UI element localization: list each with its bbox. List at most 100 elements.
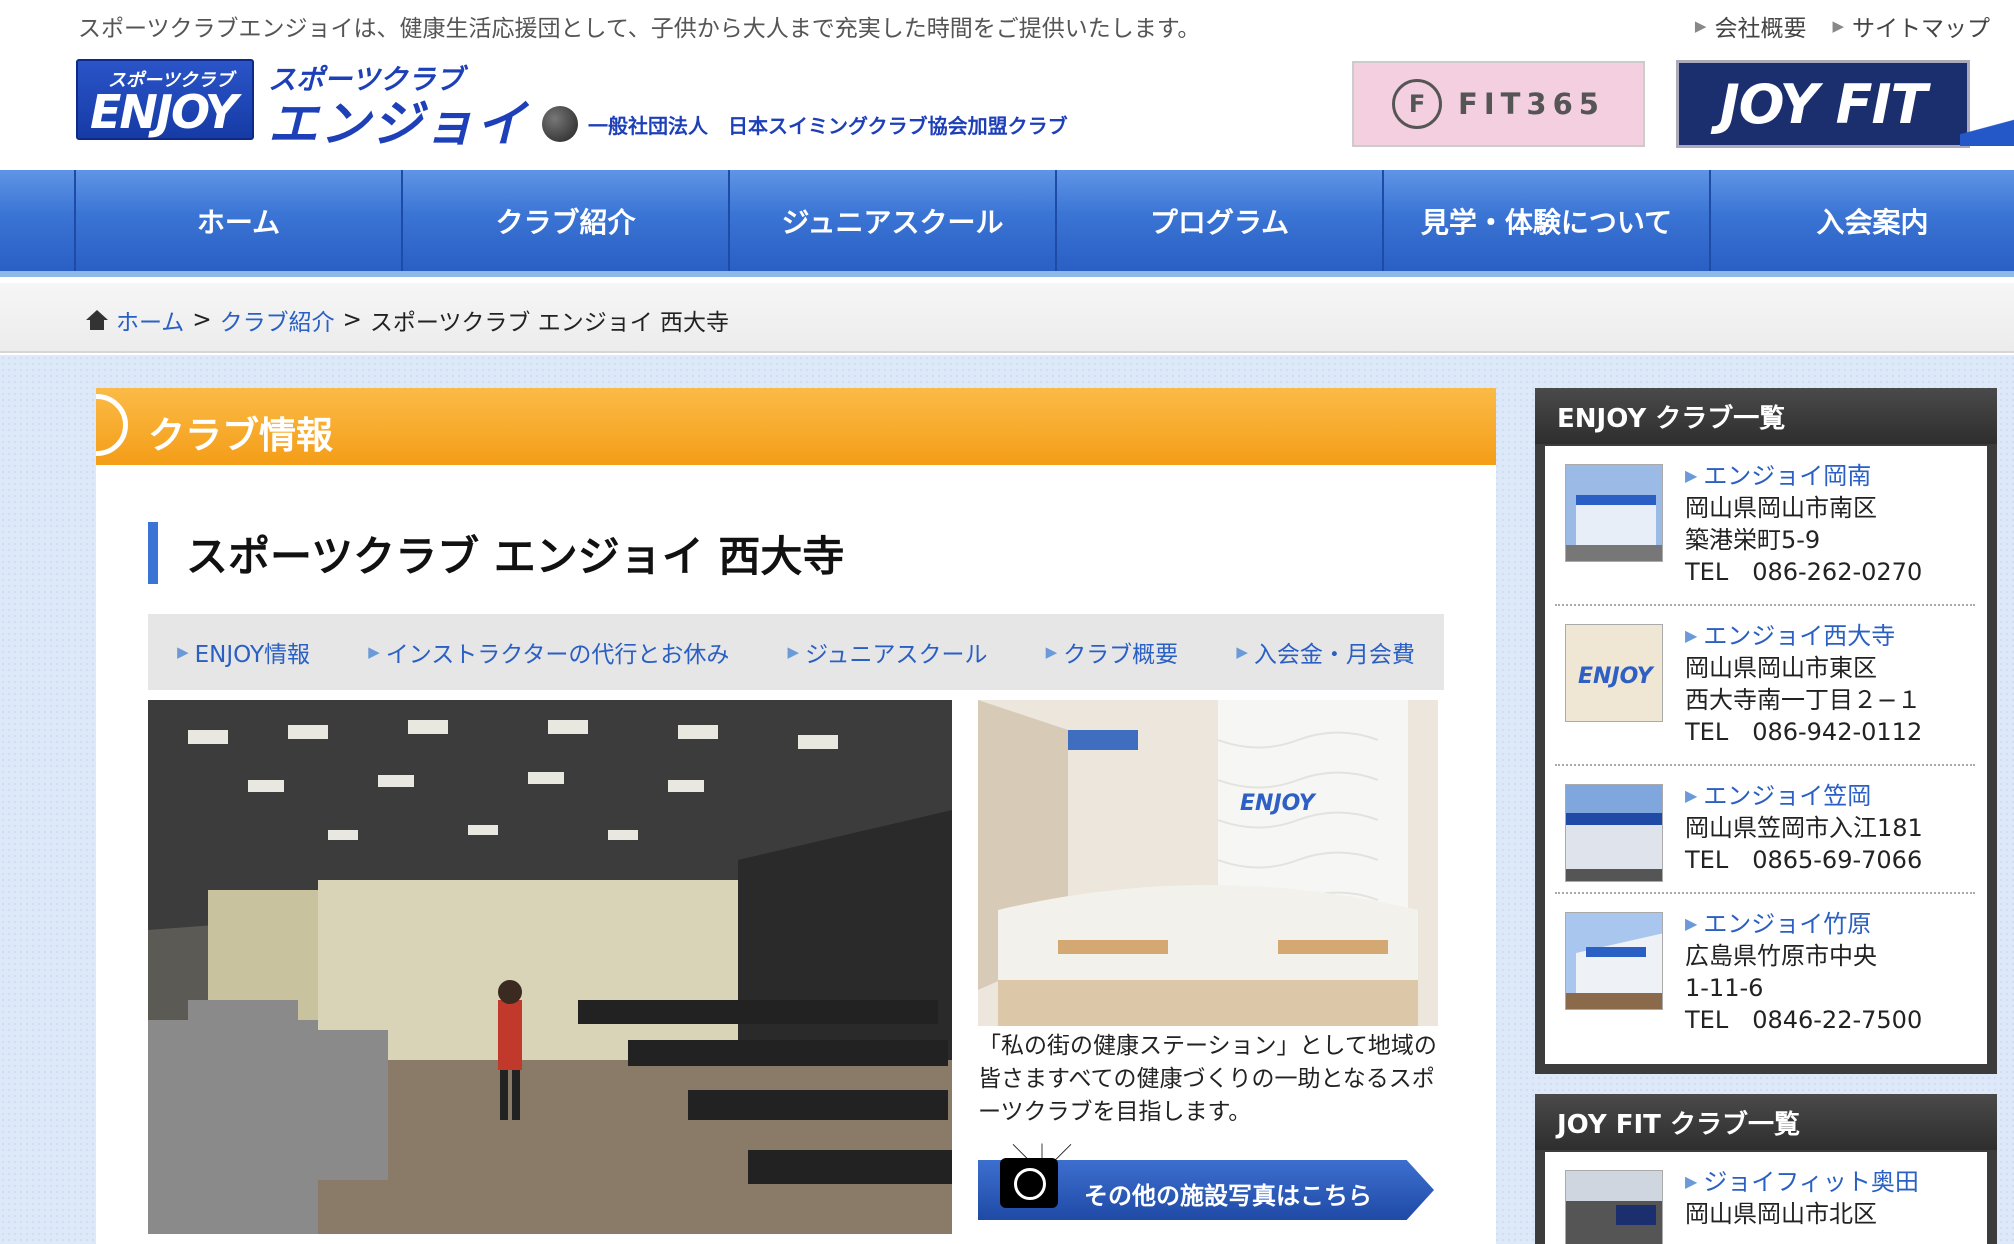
list-item: ▶ エンジョイ岡南 岡山県岡山市南区 築港栄町5-9 TEL 086-262-02… <box>1555 454 1975 606</box>
subnav-fees[interactable]: ▶ 入会金・月会費 <box>1236 635 1415 669</box>
club-phone: TEL 0865-69-7066 <box>1685 846 1923 874</box>
subnav-club-overview[interactable]: ▶ クラブ概要 <box>1046 635 1179 669</box>
nav-club-intro[interactable]: クラブ紹介 <box>401 170 728 271</box>
list-item: ▶ エンジョイ竹原 広島県竹原市中央 1-11-6 TEL 0846-22-750… <box>1555 902 1975 1062</box>
logo-wordmark[interactable]: スポーツクラブ エンジョイ <box>268 58 528 150</box>
club-phone: TEL 086-942-0112 <box>1685 718 1923 746</box>
nav-program[interactable]: プログラム <box>1055 170 1382 271</box>
club-info: ▶ エンジョイ岡南 岡山県岡山市南区 築港栄町5-9 TEL 086-262-02… <box>1685 460 1922 588</box>
club-name-link[interactable]: ▶ エンジョイ西大寺 <box>1685 620 1922 652</box>
joyfit-club-list-body: ▶ ジョイフィット奥田 岡山県岡山市北区 <box>1545 1152 1987 1244</box>
sitemap-label: サイトマップ <box>1852 16 1990 42</box>
club-name: エンジョイ西大寺 <box>1703 622 1896 650</box>
club-caption: 「私の街の健康ステーション」として地域の皆さますべての健康づくりの一助となるスポ… <box>978 1033 1437 1125</box>
club-address: 西大寺南一丁目２−１ <box>1685 686 1922 714</box>
club-thumbnail[interactable] <box>1565 1170 1663 1244</box>
breadcrumb-home-link[interactable]: ホーム <box>116 303 184 337</box>
company-overview-link[interactable]: ▶ 会社概要 <box>1695 9 1807 43</box>
enjoy-club-list-title: ENJOY クラブ一覧 <box>1535 388 1997 444</box>
club-name: ジョイフィット奥田 <box>1703 1168 1919 1196</box>
triangle-icon: ▶ <box>1685 466 1698 485</box>
club-name-link[interactable]: ▶ ジョイフィット奥田 <box>1685 1166 1919 1198</box>
joyfit-club-list-title: JOY FIT クラブ一覧 <box>1535 1094 1997 1150</box>
enjoy-club-list-body: ▶ エンジョイ岡南 岡山県岡山市南区 築港栄町5-9 TEL 086-262-02… <box>1545 446 1987 1064</box>
triangle-icon: ▶ <box>1685 1172 1698 1191</box>
site-tagline: スポーツクラブエンジョイは、健康生活応援団として、子供から大人まで充実した時間を… <box>78 16 1201 42</box>
section-title: クラブ情報 <box>148 414 333 457</box>
top-strip: スポーツクラブエンジョイは、健康生活応援団として、子供から大人まで充実した時間を… <box>0 0 2014 44</box>
club-address: 広島県竹原市中央 <box>1685 942 1877 970</box>
association-text: 一般社団法人 日本スイミングクラブ協会加盟クラブ <box>588 113 1068 138</box>
enjoy-logo[interactable]: スポーツクラブ ENJOY <box>76 59 254 140</box>
club-thumbnail-logo: ENJOY <box>1578 664 1655 689</box>
club-name-link[interactable]: ▶ エンジョイ岡南 <box>1685 460 1922 492</box>
triangle-icon: ▶ <box>177 643 189 661</box>
club-thumbnail[interactable]: ENJOY <box>1565 624 1663 722</box>
club-name-link[interactable]: ▶ エンジョイ竹原 <box>1685 908 1922 940</box>
club-thumbnail-image <box>1566 785 1662 881</box>
club-thumbnail[interactable] <box>1565 784 1663 882</box>
joyfit-banner[interactable]: JOY FIT <box>1676 60 1970 148</box>
gym-photo-illustration <box>148 700 952 1234</box>
utility-links: ▶ 会社概要 ▶ サイトマップ <box>1695 9 1990 43</box>
breadcrumb: ホーム > クラブ紹介 > スポーツクラブ エンジョイ 西大寺 <box>86 303 729 337</box>
club-thumbnail[interactable] <box>1565 912 1663 1010</box>
club-info: ▶ エンジョイ西大寺 岡山県岡山市東区 西大寺南一丁目２−１ TEL 086-94… <box>1685 620 1922 748</box>
logo-wordmark-big: エンジョイ <box>268 95 528 153</box>
subnav-instructor-substitutes[interactable]: ▶ インストラクターの代行とお休み <box>368 635 729 669</box>
subnav-junior-school[interactable]: ▶ ジュニアスクール <box>788 635 988 669</box>
triangle-icon: ▶ <box>1685 626 1698 645</box>
main-nav: ホーム クラブ紹介 ジュニアスクール プログラム 見学・体験について 入会案内 <box>0 170 2014 277</box>
club-thumbnail-image <box>1566 1171 1662 1244</box>
club-thumbnail-image: ENJOY <box>1566 625 1662 721</box>
breadcrumb-current: スポーツクラブ エンジョイ 西大寺 <box>369 310 730 336</box>
club-title: スポーツクラブ エンジョイ 西大寺 <box>148 522 844 584</box>
triangle-icon: ▶ <box>1832 17 1844 35</box>
triangle-icon: ▶ <box>1685 914 1698 933</box>
club-name: エンジョイ笠岡 <box>1703 782 1872 810</box>
more-photos-label: その他の施設写真はこちら <box>1084 1182 1372 1210</box>
joyfit-label: JOY FIT <box>1719 72 1928 136</box>
breadcrumb-separator: > <box>192 307 212 333</box>
fit365-label: FIT365 <box>1458 87 1605 121</box>
club-name-link[interactable]: ▶ エンジョイ笠岡 <box>1685 780 1923 812</box>
section-header: クラブ情報 <box>96 388 1496 465</box>
camera-icon <box>1000 1158 1058 1208</box>
more-photos-button[interactable]: ＼｜／ その他の施設写真はこちら <box>978 1138 1434 1220</box>
fit365-logo-icon: F <box>1392 79 1443 129</box>
nav-tour-trial[interactable]: 見学・体験について <box>1382 170 1709 271</box>
list-item: ▶ エンジョイ笠岡 岡山県笠岡市入江181 TEL 0865-69-7066 <box>1555 774 1975 894</box>
nav-membership[interactable]: 入会案内 <box>1709 170 2014 271</box>
triangle-icon: ▶ <box>368 643 380 661</box>
club-name: エンジョイ竹原 <box>1703 910 1872 938</box>
club-thumbnail[interactable] <box>1565 464 1663 562</box>
subnav-label: ENJOY情報 <box>194 642 311 668</box>
club-name: エンジョイ岡南 <box>1703 462 1872 490</box>
club-address: 1-11-6 <box>1685 974 1764 1002</box>
breadcrumb-club-link[interactable]: クラブ紹介 <box>220 303 335 337</box>
breadcrumb-bar: ホーム > クラブ紹介 > スポーツクラブ エンジョイ 西大寺 <box>0 283 2014 353</box>
club-thumbnail-image <box>1566 913 1662 1009</box>
reception-photo-illustration: ENJOY <box>978 700 1438 1026</box>
club-address: 岡山県岡山市東区 <box>1685 654 1877 682</box>
company-overview-label: 会社概要 <box>1714 16 1807 42</box>
list-item: ▶ ジョイフィット奥田 岡山県岡山市北区 <box>1555 1160 1975 1244</box>
triangle-icon: ▶ <box>1694 17 1707 35</box>
subnav-label: 入会金・月会費 <box>1253 642 1415 668</box>
nav-junior-school[interactable]: ジュニアスクール <box>728 170 1055 271</box>
list-item: ENJOY ▶ エンジョイ西大寺 岡山県岡山市東区 西大寺南一丁目２−１ TEL … <box>1555 614 1975 766</box>
subnav-label: インストラクターの代行とお休み <box>385 642 730 668</box>
triangle-icon: ▶ <box>1685 786 1698 805</box>
reception-enjoy-logo: ENJOY <box>1240 791 1317 816</box>
club-phone: TEL 086-262-0270 <box>1685 558 1923 586</box>
sitemap-link[interactable]: ▶ サイトマップ <box>1832 9 1990 43</box>
club-info: ▶ エンジョイ笠岡 岡山県笠岡市入江181 TEL 0865-69-7066 <box>1685 780 1923 876</box>
fit365-banner[interactable]: F FIT365 <box>1352 61 1645 147</box>
subnav-enjoy-info[interactable]: ▶ ENJOY情報 <box>177 635 310 669</box>
joyfit-club-list: JOY FIT クラブ一覧 ▶ ジョイフィット奥田 岡山県岡山市北区 <box>1535 1094 1997 1244</box>
nav-home[interactable]: ホーム <box>74 170 401 271</box>
association-badge: 一般社団法人 日本スイミングクラブ協会加盟クラブ <box>542 106 1068 142</box>
enjoy-club-list: ENJOY クラブ一覧 ▶ エンジョイ岡南 岡山県岡山市南区 築港栄町5-9 TE… <box>1535 388 1997 1074</box>
club-address: 岡山県岡山市南区 <box>1685 494 1877 522</box>
club-info: ▶ ジョイフィット奥田 岡山県岡山市北区 <box>1685 1166 1919 1230</box>
